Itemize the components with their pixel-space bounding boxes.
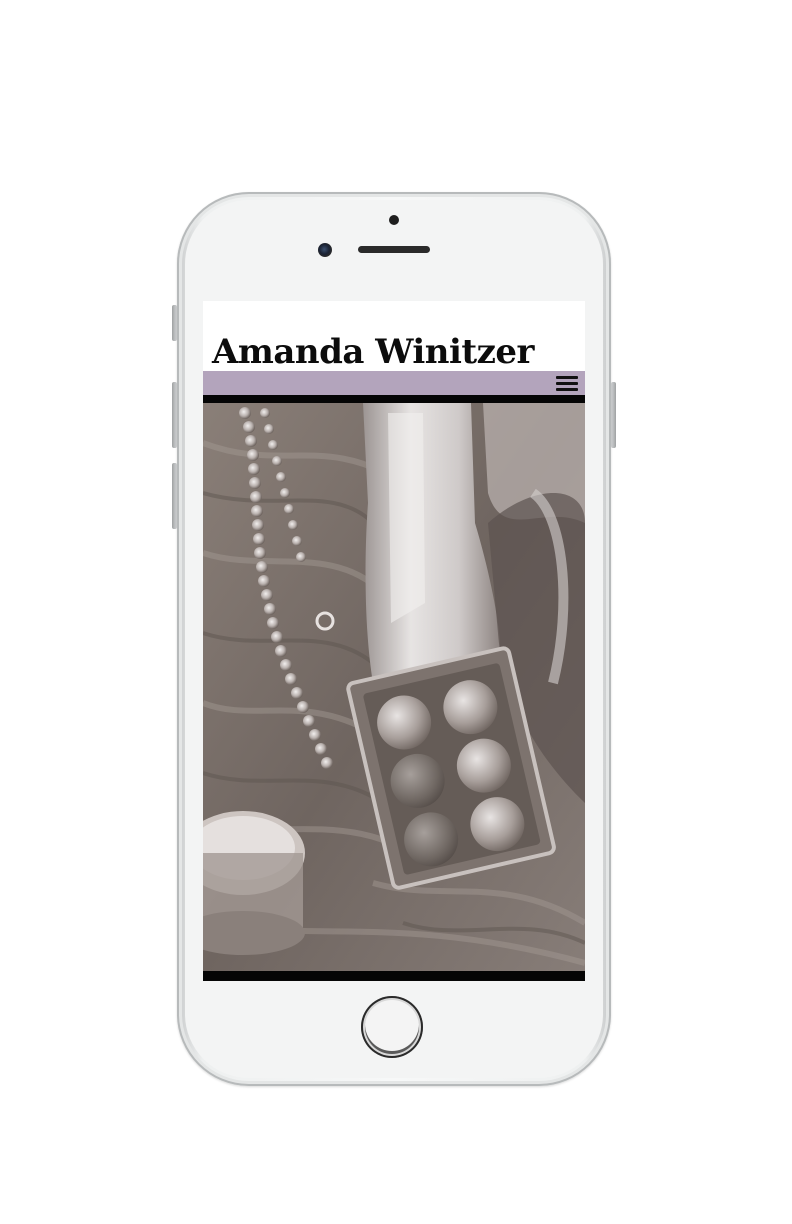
image-border-bottom [203,971,585,981]
menu-line [556,382,578,385]
menu-line [556,388,578,391]
home-button [361,996,423,1058]
nav-bar [203,371,585,395]
site-header: Amanda Winitzer [203,301,585,373]
earpiece-speaker [358,246,430,253]
hamburger-menu-icon[interactable] [556,375,578,392]
power-button [611,382,616,448]
painting-image [203,403,585,971]
hero-painting [203,403,585,971]
proximity-sensor [389,215,399,225]
menu-line [556,376,578,379]
phone-screen: Amanda Winitzer [203,301,585,981]
site-title[interactable]: Amanda Winitzer [212,331,534,373]
image-border-top [203,395,585,403]
page: Amanda Winitzer [0,0,792,1224]
front-camera-icon [318,243,332,257]
